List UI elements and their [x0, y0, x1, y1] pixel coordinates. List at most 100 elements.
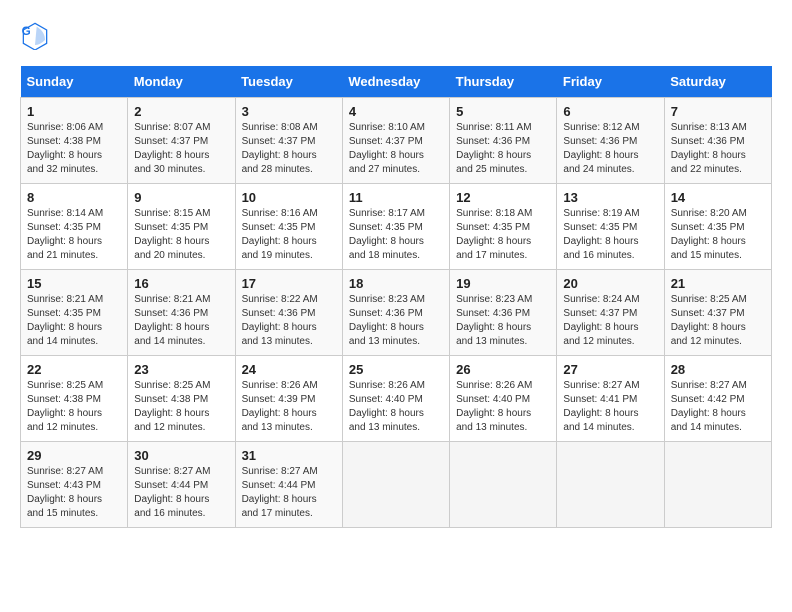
day-number: 31: [242, 448, 336, 463]
day-number: 3: [242, 104, 336, 119]
day-number: 30: [134, 448, 228, 463]
day-info: Sunrise: 8:25 AMSunset: 4:38 PMDaylight:…: [134, 379, 228, 435]
day-info: Sunrise: 8:19 AMSunset: 4:35 PMDaylight:…: [563, 207, 657, 263]
day-number: 25: [349, 362, 443, 377]
logo: G: [20, 20, 54, 50]
day-info: Sunrise: 8:10 AMSunset: 4:37 PMDaylight:…: [349, 121, 443, 177]
day-number: 2: [134, 104, 228, 119]
day-number: 21: [671, 276, 765, 291]
day-number: 5: [456, 104, 550, 119]
calendar-cell: 21 Sunrise: 8:25 AMSunset: 4:37 PMDaylig…: [664, 270, 771, 356]
day-number: 17: [242, 276, 336, 291]
calendar-cell: 3 Sunrise: 8:08 AMSunset: 4:37 PMDayligh…: [235, 98, 342, 184]
day-info: Sunrise: 8:12 AMSunset: 4:36 PMDaylight:…: [563, 121, 657, 177]
day-header-wednesday: Wednesday: [342, 66, 449, 98]
day-info: Sunrise: 8:27 AMSunset: 4:44 PMDaylight:…: [134, 465, 228, 521]
day-header-monday: Monday: [128, 66, 235, 98]
calendar-cell: 26 Sunrise: 8:26 AMSunset: 4:40 PMDaylig…: [450, 356, 557, 442]
calendar-cell: 6 Sunrise: 8:12 AMSunset: 4:36 PMDayligh…: [557, 98, 664, 184]
day-number: 9: [134, 190, 228, 205]
calendar-cell: 22 Sunrise: 8:25 AMSunset: 4:38 PMDaylig…: [21, 356, 128, 442]
calendar-table: SundayMondayTuesdayWednesdayThursdayFrid…: [20, 66, 772, 528]
day-info: Sunrise: 8:16 AMSunset: 4:35 PMDaylight:…: [242, 207, 336, 263]
calendar-cell: 11 Sunrise: 8:17 AMSunset: 4:35 PMDaylig…: [342, 184, 449, 270]
day-header-sunday: Sunday: [21, 66, 128, 98]
calendar-cell: 5 Sunrise: 8:11 AMSunset: 4:36 PMDayligh…: [450, 98, 557, 184]
day-number: 12: [456, 190, 550, 205]
calendar-cell: 31 Sunrise: 8:27 AMSunset: 4:44 PMDaylig…: [235, 442, 342, 528]
day-number: 10: [242, 190, 336, 205]
day-info: Sunrise: 8:26 AMSunset: 4:39 PMDaylight:…: [242, 379, 336, 435]
calendar-cell: 28 Sunrise: 8:27 AMSunset: 4:42 PMDaylig…: [664, 356, 771, 442]
calendar-cell: 2 Sunrise: 8:07 AMSunset: 4:37 PMDayligh…: [128, 98, 235, 184]
day-info: Sunrise: 8:23 AMSunset: 4:36 PMDaylight:…: [456, 293, 550, 349]
day-number: 24: [242, 362, 336, 377]
day-header-thursday: Thursday: [450, 66, 557, 98]
day-info: Sunrise: 8:23 AMSunset: 4:36 PMDaylight:…: [349, 293, 443, 349]
day-number: 20: [563, 276, 657, 291]
day-header-tuesday: Tuesday: [235, 66, 342, 98]
day-info: Sunrise: 8:20 AMSunset: 4:35 PMDaylight:…: [671, 207, 765, 263]
day-info: Sunrise: 8:27 AMSunset: 4:42 PMDaylight:…: [671, 379, 765, 435]
week-row-1: 1 Sunrise: 8:06 AMSunset: 4:38 PMDayligh…: [21, 98, 772, 184]
day-info: Sunrise: 8:21 AMSunset: 4:35 PMDaylight:…: [27, 293, 121, 349]
calendar-cell: 23 Sunrise: 8:25 AMSunset: 4:38 PMDaylig…: [128, 356, 235, 442]
day-info: Sunrise: 8:27 AMSunset: 4:41 PMDaylight:…: [563, 379, 657, 435]
day-info: Sunrise: 8:27 AMSunset: 4:44 PMDaylight:…: [242, 465, 336, 521]
day-number: 18: [349, 276, 443, 291]
day-info: Sunrise: 8:18 AMSunset: 4:35 PMDaylight:…: [456, 207, 550, 263]
calendar-cell: 18 Sunrise: 8:23 AMSunset: 4:36 PMDaylig…: [342, 270, 449, 356]
calendar-cell: 30 Sunrise: 8:27 AMSunset: 4:44 PMDaylig…: [128, 442, 235, 528]
day-info: Sunrise: 8:26 AMSunset: 4:40 PMDaylight:…: [349, 379, 443, 435]
day-number: 8: [27, 190, 121, 205]
calendar-cell: 9 Sunrise: 8:15 AMSunset: 4:35 PMDayligh…: [128, 184, 235, 270]
calendar-cell: 13 Sunrise: 8:19 AMSunset: 4:35 PMDaylig…: [557, 184, 664, 270]
day-number: 13: [563, 190, 657, 205]
calendar-cell: 12 Sunrise: 8:18 AMSunset: 4:35 PMDaylig…: [450, 184, 557, 270]
logo-icon: G: [20, 20, 50, 50]
day-info: Sunrise: 8:15 AMSunset: 4:35 PMDaylight:…: [134, 207, 228, 263]
calendar-cell: 24 Sunrise: 8:26 AMSunset: 4:39 PMDaylig…: [235, 356, 342, 442]
day-header-friday: Friday: [557, 66, 664, 98]
day-number: 4: [349, 104, 443, 119]
day-number: 29: [27, 448, 121, 463]
calendar-cell: 14 Sunrise: 8:20 AMSunset: 4:35 PMDaylig…: [664, 184, 771, 270]
week-row-3: 15 Sunrise: 8:21 AMSunset: 4:35 PMDaylig…: [21, 270, 772, 356]
day-info: Sunrise: 8:24 AMSunset: 4:37 PMDaylight:…: [563, 293, 657, 349]
calendar-cell: 17 Sunrise: 8:22 AMSunset: 4:36 PMDaylig…: [235, 270, 342, 356]
calendar-cell: 16 Sunrise: 8:21 AMSunset: 4:36 PMDaylig…: [128, 270, 235, 356]
day-number: 7: [671, 104, 765, 119]
calendar-cell: 27 Sunrise: 8:27 AMSunset: 4:41 PMDaylig…: [557, 356, 664, 442]
day-info: Sunrise: 8:17 AMSunset: 4:35 PMDaylight:…: [349, 207, 443, 263]
calendar-cell: 29 Sunrise: 8:27 AMSunset: 4:43 PMDaylig…: [21, 442, 128, 528]
day-number: 22: [27, 362, 121, 377]
day-info: Sunrise: 8:13 AMSunset: 4:36 PMDaylight:…: [671, 121, 765, 177]
calendar-cell: 4 Sunrise: 8:10 AMSunset: 4:37 PMDayligh…: [342, 98, 449, 184]
calendar-cell: [664, 442, 771, 528]
day-info: Sunrise: 8:08 AMSunset: 4:37 PMDaylight:…: [242, 121, 336, 177]
calendar-cell: [342, 442, 449, 528]
calendar-cell: 20 Sunrise: 8:24 AMSunset: 4:37 PMDaylig…: [557, 270, 664, 356]
day-number: 27: [563, 362, 657, 377]
day-number: 1: [27, 104, 121, 119]
day-number: 14: [671, 190, 765, 205]
day-info: Sunrise: 8:07 AMSunset: 4:37 PMDaylight:…: [134, 121, 228, 177]
week-row-4: 22 Sunrise: 8:25 AMSunset: 4:38 PMDaylig…: [21, 356, 772, 442]
day-info: Sunrise: 8:25 AMSunset: 4:38 PMDaylight:…: [27, 379, 121, 435]
day-info: Sunrise: 8:06 AMSunset: 4:38 PMDaylight:…: [27, 121, 121, 177]
day-header-saturday: Saturday: [664, 66, 771, 98]
week-row-2: 8 Sunrise: 8:14 AMSunset: 4:35 PMDayligh…: [21, 184, 772, 270]
day-number: 16: [134, 276, 228, 291]
day-info: Sunrise: 8:26 AMSunset: 4:40 PMDaylight:…: [456, 379, 550, 435]
day-number: 26: [456, 362, 550, 377]
day-number: 15: [27, 276, 121, 291]
day-number: 19: [456, 276, 550, 291]
day-info: Sunrise: 8:21 AMSunset: 4:36 PMDaylight:…: [134, 293, 228, 349]
day-info: Sunrise: 8:22 AMSunset: 4:36 PMDaylight:…: [242, 293, 336, 349]
calendar-cell: [450, 442, 557, 528]
calendar-cell: 19 Sunrise: 8:23 AMSunset: 4:36 PMDaylig…: [450, 270, 557, 356]
day-number: 11: [349, 190, 443, 205]
calendar-cell: 7 Sunrise: 8:13 AMSunset: 4:36 PMDayligh…: [664, 98, 771, 184]
calendar-cell: 15 Sunrise: 8:21 AMSunset: 4:35 PMDaylig…: [21, 270, 128, 356]
week-row-5: 29 Sunrise: 8:27 AMSunset: 4:43 PMDaylig…: [21, 442, 772, 528]
